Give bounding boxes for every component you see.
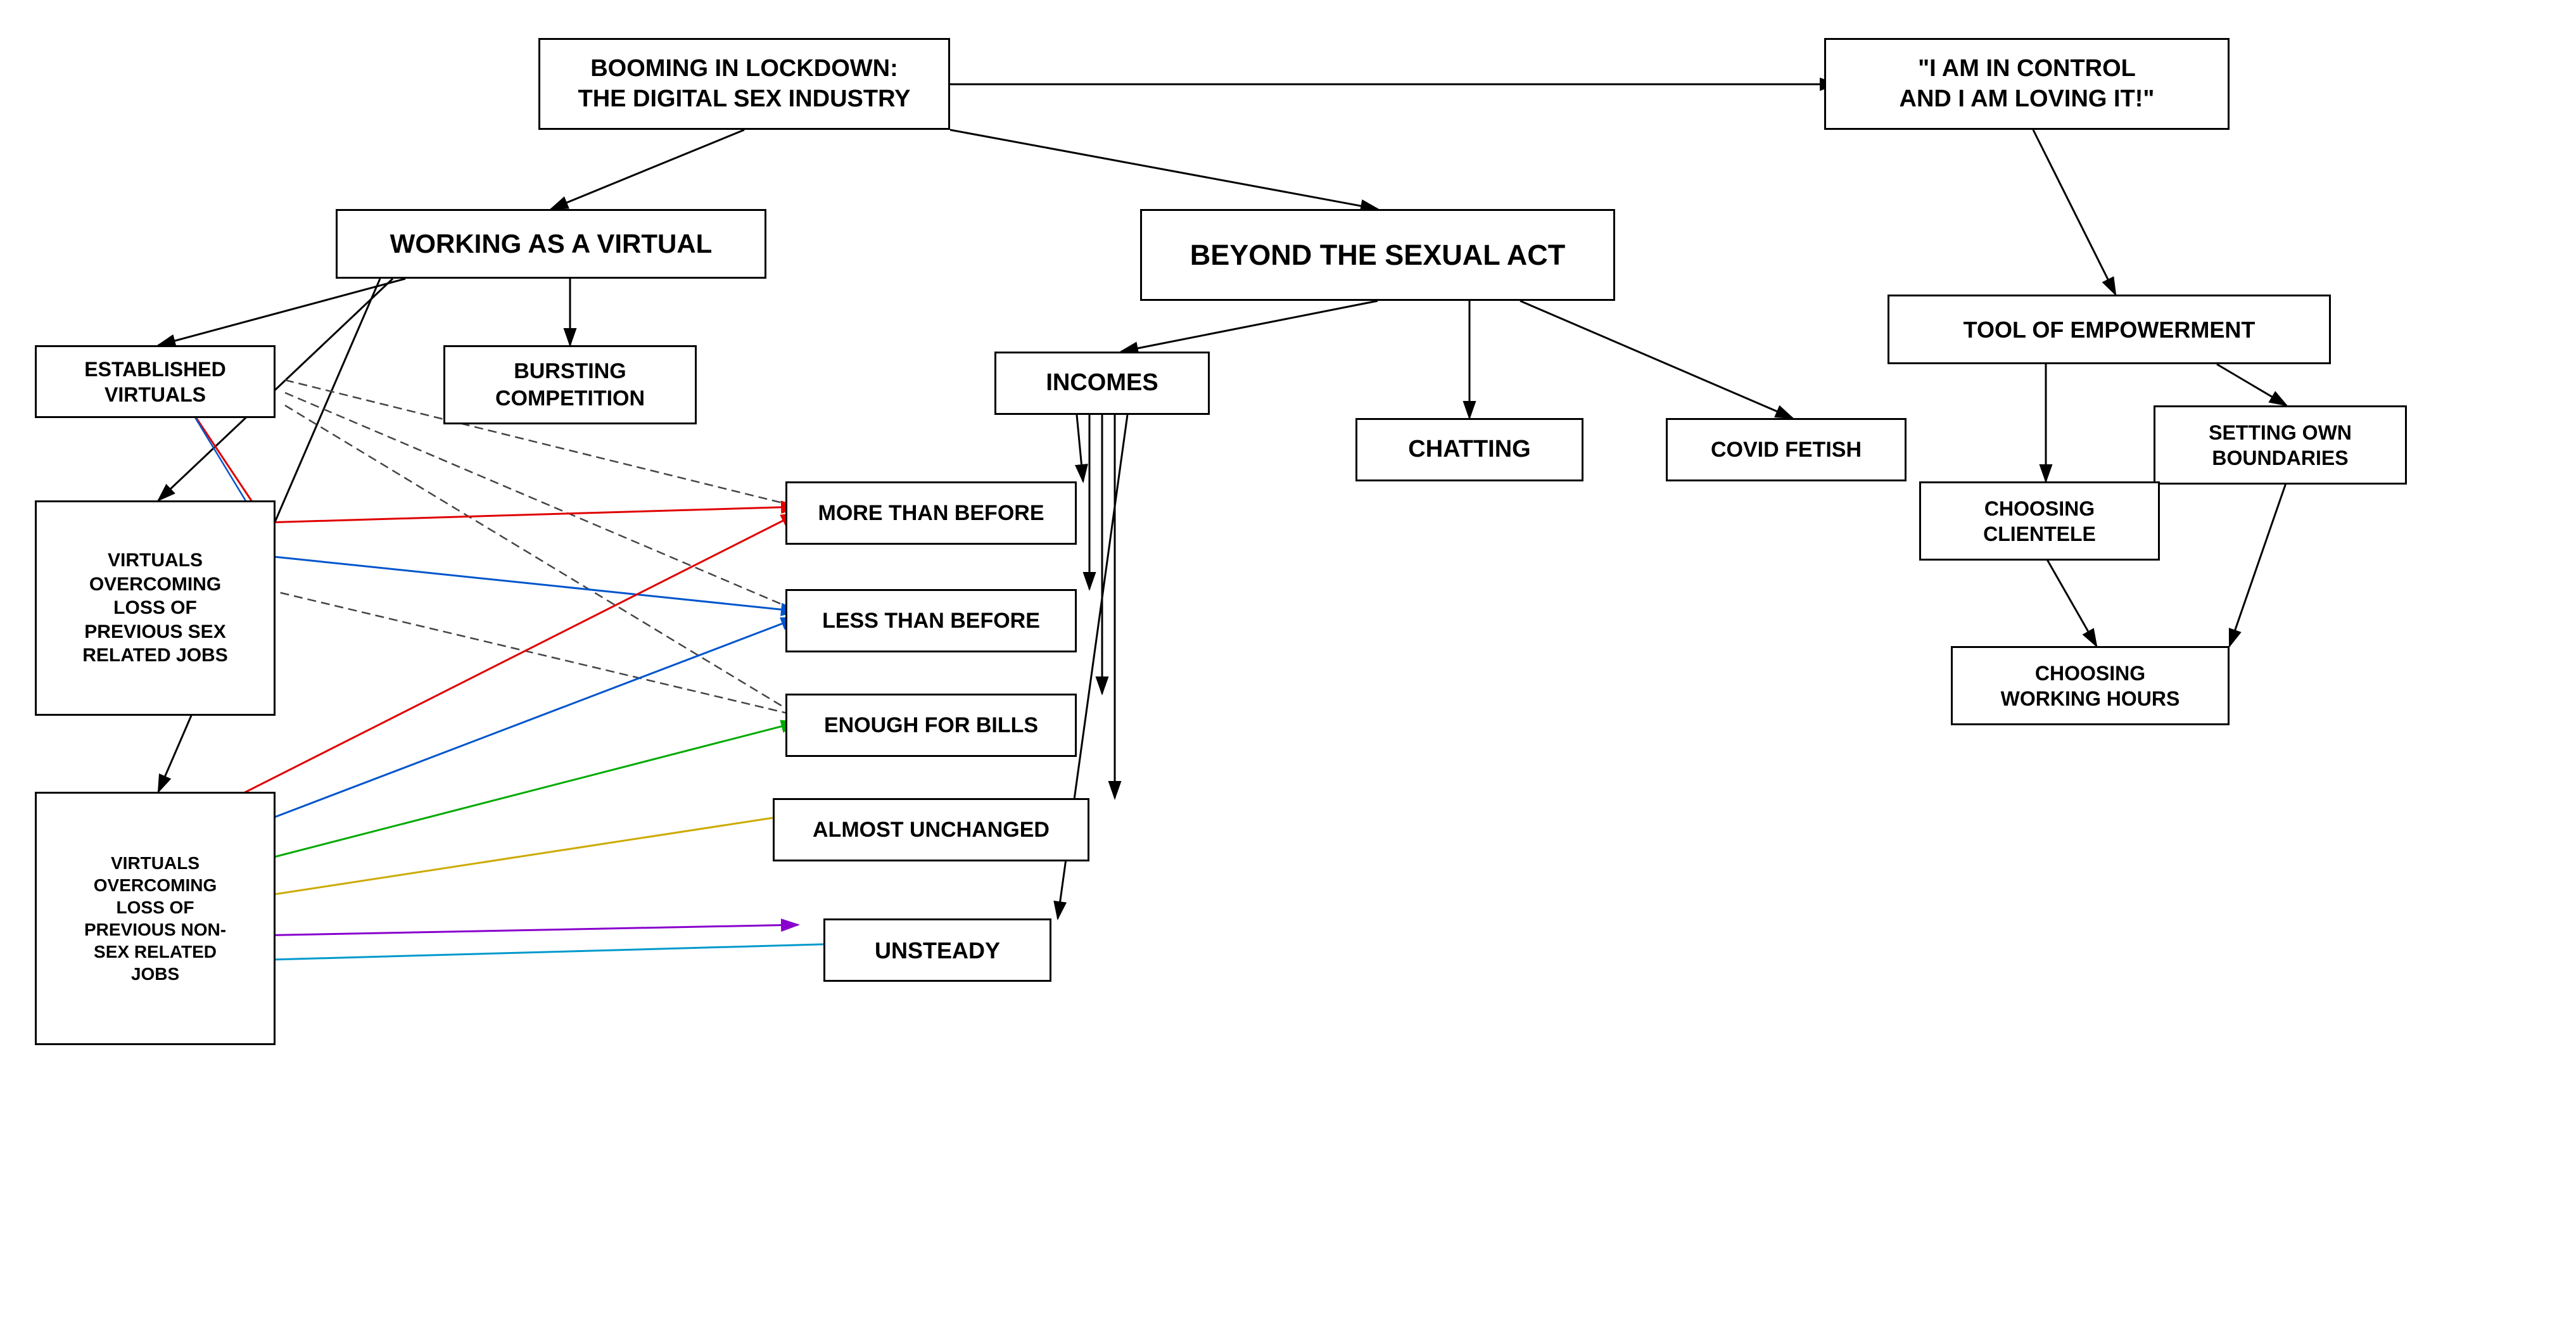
node-enough-label: ENOUGH FOR BILLS [824, 712, 1038, 739]
node-choosing-hours-label: CHOOSING WORKING HOURS [2001, 661, 2180, 711]
node-tool-empowerment-label: TOOL OF EMPOWERMENT [1964, 315, 2256, 344]
node-beyond: BEYOND THE SEXUAL ACT [1140, 209, 1615, 301]
node-chatting: CHATTING [1355, 418, 1583, 481]
node-less-than: LESS THAN BEFORE [785, 589, 1077, 652]
node-unsteady: UNSTEADY [823, 918, 1051, 982]
node-booming: BOOMING IN LOCKDOWN: THE DIGITAL SEX IND… [538, 38, 950, 130]
node-enough: ENOUGH FOR BILLS [785, 694, 1077, 757]
node-working-virtual-label: WORKING AS A VIRTUAL [390, 227, 713, 261]
node-established: ESTABLISHED VIRTUALS [35, 345, 276, 418]
node-choosing-clientele-label: CHOOSING CLIENTELE [1983, 496, 2096, 547]
node-bursting-label: BURSTING COMPETITION [495, 358, 645, 412]
node-setting-own-label: SETTING OWN BOUNDARIES [2209, 420, 2352, 471]
node-i-am-in-control-label: "I AM IN CONTROL AND I AM LOVING IT!" [1900, 54, 2155, 114]
node-virtuals-sex-label: VIRTUALS OVERCOMING LOSS OF PREVIOUS SEX… [82, 549, 227, 668]
node-covid-fetish-label: COVID FETISH [1711, 436, 1862, 464]
node-tool-empowerment: TOOL OF EMPOWERMENT [1888, 295, 2331, 364]
node-i-am-in-control: "I AM IN CONTROL AND I AM LOVING IT!" [1824, 38, 2230, 130]
node-virtuals-nonsex-label: VIRTUALS OVERCOMING LOSS OF PREVIOUS NON… [84, 852, 226, 985]
node-more-than-label: MORE THAN BEFORE [818, 500, 1044, 527]
node-beyond-label: BEYOND THE SEXUAL ACT [1190, 238, 1566, 272]
node-choosing-hours: CHOOSING WORKING HOURS [1951, 646, 2230, 725]
node-incomes-label: INCOMES [1046, 368, 1158, 398]
node-almost-unchanged: ALMOST UNCHANGED [773, 798, 1089, 861]
node-more-than: MORE THAN BEFORE [785, 481, 1077, 545]
diagram: BOOMING IN LOCKDOWN: THE DIGITAL SEX IND… [0, 0, 2576, 1327]
node-almost-unchanged-label: ALMOST UNCHANGED [813, 816, 1050, 844]
node-virtuals-sex: VIRTUALS OVERCOMING LOSS OF PREVIOUS SEX… [35, 500, 276, 716]
node-bursting: BURSTING COMPETITION [443, 345, 697, 424]
node-booming-label: BOOMING IN LOCKDOWN: THE DIGITAL SEX IND… [578, 54, 910, 114]
node-incomes: INCOMES [994, 352, 1210, 415]
node-unsteady-label: UNSTEADY [875, 936, 1000, 965]
node-working-virtual: WORKING AS A VIRTUAL [336, 209, 766, 279]
node-setting-own: SETTING OWN BOUNDARIES [2154, 405, 2407, 485]
node-covid-fetish: COVID FETISH [1666, 418, 1907, 481]
node-virtuals-nonsex: VIRTUALS OVERCOMING LOSS OF PREVIOUS NON… [35, 792, 276, 1045]
node-less-than-label: LESS THAN BEFORE [822, 607, 1040, 635]
node-chatting-label: CHATTING [1408, 435, 1531, 465]
node-choosing-clientele: CHOOSING CLIENTELE [1919, 481, 2160, 561]
node-established-label: ESTABLISHED VIRTUALS [84, 357, 225, 407]
